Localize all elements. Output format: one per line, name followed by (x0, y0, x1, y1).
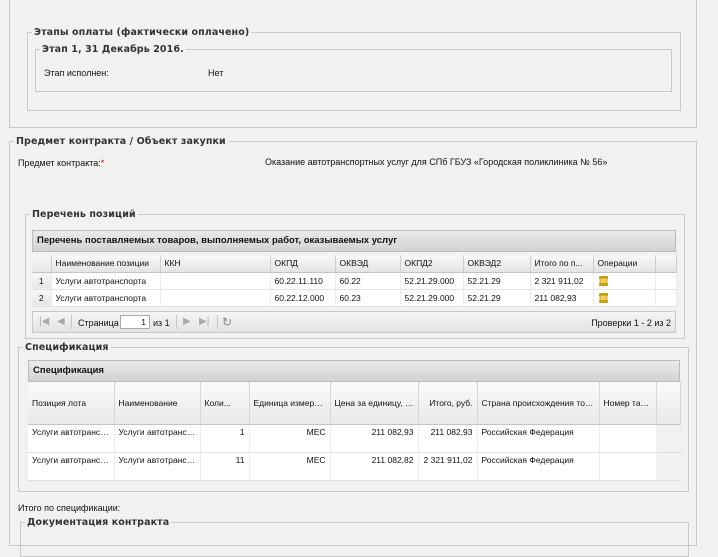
col-header-total[interactable]: Итого по п... (530, 255, 594, 273)
required-mark: * (100, 158, 105, 168)
cell-okpd: 60.22.11.110 (270, 272, 336, 290)
stage-done-label: Этап исполнен: (44, 68, 109, 78)
spec-cell-total: 2 321 911,02 (418, 452, 478, 481)
last-page-icon[interactable]: ▶| (199, 316, 209, 327)
cell-okpd2: 52.21.29.000 (400, 289, 464, 307)
first-page-icon[interactable]: |◀ (39, 316, 49, 327)
stage-legend: Этап 1, 31 Декабрь 2016. (42, 44, 184, 55)
cell-kkn (160, 289, 271, 307)
spec-cell-price: 211 082,82 (330, 452, 419, 481)
col-rownum (32, 255, 52, 273)
table-row[interactable]: 1 Услуги автотранспорта 60.22.11.110 60.… (32, 272, 677, 290)
col-header-kkn[interactable]: ККН (160, 255, 271, 273)
pager-summary: Проверки 1 - 2 из 2 (591, 318, 671, 328)
cell-okved: 60.22 (335, 272, 401, 290)
cell-okved: 60.23 (335, 289, 401, 307)
table-row[interactable]: Услуги автотранспорта Услуги автотранспо… (28, 452, 681, 481)
cell-kkn (160, 272, 271, 290)
spec-cell-lot: Услуги автотранспорта (28, 424, 115, 453)
col-header-okpd2[interactable]: ОКПД2 (400, 255, 464, 273)
cell-okpd: 60.22.12.000 (270, 289, 336, 307)
spec-col-total[interactable]: Итого, руб. (418, 382, 478, 425)
col-header-okved2[interactable]: ОКВЭД2 (463, 255, 531, 273)
page-input[interactable]: 1 (120, 315, 150, 329)
subject-label: Предмет контракта:* (18, 158, 105, 168)
prev-page-icon[interactable]: ◀ (57, 316, 65, 327)
stage-fieldset: Этап 1, 31 Декабрь 2016. (35, 44, 672, 92)
spec-cell-qty: 1 (200, 424, 250, 453)
page-separator (176, 315, 177, 329)
spec-cell-decl (599, 452, 657, 481)
payment-stages-legend: Этапы оплаты (фактически оплачено) (34, 27, 250, 38)
cell-operations (593, 272, 656, 290)
spec-cell-country: Российская Федерация (477, 424, 600, 453)
spec-col-qty[interactable]: Коли... (200, 382, 250, 425)
spec-cell-qty: 11 (200, 452, 250, 481)
spec-cell-price: 211 082,93 (330, 424, 419, 453)
subject-value: Оказание автотранспортных услуг для СПб … (265, 157, 608, 167)
spec-col-decl[interactable]: Номер таможенной декларации (599, 382, 657, 425)
page-separator (217, 315, 218, 329)
spec-col-filler (656, 382, 681, 425)
table-row[interactable]: 2 Услуги автотранспорта 60.22.12.000 60.… (32, 289, 677, 307)
cell-okved2: 52.21.29 (463, 289, 531, 307)
table-row[interactable]: Услуги автотранспорта Услуги автотранспо… (28, 424, 681, 453)
subject-legend: Предмет контракта / Объект закупки (16, 136, 226, 147)
row-number: 2 (32, 289, 52, 307)
spec-legend: Спецификация (25, 342, 109, 353)
col-header-okpd[interactable]: ОКПД (270, 255, 336, 273)
positions-pager: |◀ ◀ Страница 1 из 1 ▶ ▶| ↻ Проверки 1 -… (32, 311, 676, 333)
cell-name: Услуги автотранспорта (51, 289, 161, 307)
spec-cell-decl (599, 424, 657, 453)
spec-cell-unit: МЕС (249, 424, 331, 453)
page-of-label: из 1 (153, 318, 170, 328)
cell-total: 211 082,93 (530, 289, 594, 307)
spec-total-label: Итого по спецификации: (18, 503, 121, 513)
spec-cell-country: Российская Федерация (477, 452, 600, 481)
docs-legend: Документация контракта (27, 517, 170, 528)
spec-cell-total: 211 082,93 (418, 424, 478, 453)
spec-col-lot[interactable]: Позиция лота (28, 382, 115, 425)
cell-total: 2 321 911,02 (530, 272, 594, 290)
col-header-okved[interactable]: ОКВЭД (335, 255, 401, 273)
col-header-name[interactable]: Наименование позиции (51, 255, 161, 273)
scroll-icon[interactable] (598, 292, 609, 304)
scroll-icon[interactable] (598, 275, 609, 287)
docs-fieldset: Документация контракта (20, 517, 689, 557)
spec-col-price[interactable]: Цена за единицу, руб. (330, 382, 419, 425)
spec-cell-name: Услуги автотранспорта (114, 424, 201, 453)
positions-table: Наименование позиции ККН ОКПД ОКВЭД ОКПД… (32, 255, 677, 307)
positions-caption: Перечень поставляемых товаров, выполняем… (32, 230, 676, 252)
cell-name: Услуги автотранспорта (51, 272, 161, 290)
spec-cell-name: Услуги автотранспорта (114, 452, 201, 481)
cell-operations (593, 289, 656, 307)
row-number: 1 (32, 272, 52, 290)
cell-okpd2: 52.21.29.000 (400, 272, 464, 290)
col-header-filler (655, 255, 677, 273)
stage-done-value: Нет (208, 68, 224, 78)
refresh-icon[interactable]: ↻ (222, 315, 232, 329)
spec-caption: Спецификация (28, 360, 680, 382)
positions-legend: Перечень позиций (32, 209, 136, 220)
page-separator (71, 315, 72, 329)
spec-cell-unit: МЕС (249, 452, 331, 481)
spec-table: Позиция лота Наименование Коли... Единиц… (28, 382, 681, 481)
page-label: Страница (78, 318, 119, 328)
spec-col-name[interactable]: Наименование (114, 382, 201, 425)
cell-okved2: 52.21.29 (463, 272, 531, 290)
col-header-operations[interactable]: Операции (593, 255, 656, 273)
next-page-icon[interactable]: ▶ (183, 316, 191, 327)
spec-col-unit[interactable]: Единица измерения (249, 382, 331, 425)
spec-cell-lot: Услуги автотранспорта (28, 452, 115, 481)
spec-col-country[interactable]: Страна происхождения товара (477, 382, 600, 425)
